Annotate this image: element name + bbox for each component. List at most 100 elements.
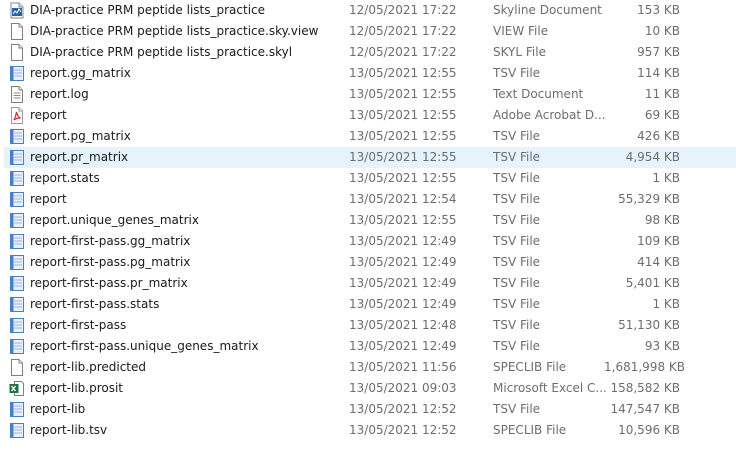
- file-row[interactable]: report-first-pass.pr_matrix 13/05/2021 12…: [4, 273, 736, 294]
- file-size: 51,130 KB: [618, 318, 680, 332]
- file-name: report-first-pass.gg_matrix: [30, 234, 191, 248]
- tsv-file-icon: [9, 128, 25, 145]
- file-row[interactable]: report 13/05/2021 12:55 Adobe Acrobat D...…: [4, 105, 736, 126]
- file-size: 10 KB: [644, 24, 680, 38]
- tsv-file-icon: [9, 149, 25, 166]
- file-name: report.stats: [30, 171, 100, 185]
- file-list: DIA-practice PRM peptide lists_practice 1…: [4, 0, 736, 441]
- file-size: 5,401 KB: [625, 276, 680, 290]
- file-name: report: [30, 192, 67, 206]
- file-size: 98 KB: [644, 213, 680, 227]
- file-date-modified: 13/05/2021 12:55: [349, 87, 457, 101]
- file-date-modified: 13/05/2021 12:52: [349, 423, 457, 437]
- file-size: 55,329 KB: [618, 192, 680, 206]
- tsv-file-icon: [9, 317, 25, 334]
- file-size: 158,582 KB: [610, 381, 680, 395]
- file-date-modified: 13/05/2021 12:55: [349, 108, 457, 122]
- file-date-modified: 13/05/2021 12:55: [349, 150, 457, 164]
- blank-file-icon: [9, 44, 25, 61]
- file-row[interactable]: report-first-pass 13/05/2021 12:48 TSV Fil…: [4, 315, 736, 336]
- file-date-modified: 13/05/2021 12:49: [349, 255, 457, 269]
- file-date-modified: 13/05/2021 11:56: [349, 360, 457, 374]
- file-row[interactable]: report.log 13/05/2021 12:55 Text Document 1…: [4, 84, 736, 105]
- tsv-file-icon: [9, 65, 25, 82]
- file-name: report.log: [30, 87, 89, 101]
- tsv-file-icon: [9, 233, 25, 250]
- file-date-modified: 13/05/2021 12:49: [349, 276, 457, 290]
- file-date-modified: 13/05/2021 09:03: [349, 381, 457, 395]
- file-row[interactable]: report-lib.tsv 13/05/2021 12:52 SPECLIB Fi…: [4, 420, 736, 441]
- file-name: report.unique_genes_matrix: [30, 213, 199, 227]
- file-name: report.pg_matrix: [30, 129, 131, 143]
- file-name: report-first-pass.pg_matrix: [30, 255, 191, 269]
- file-name: report-first-pass.stats: [30, 297, 160, 311]
- file-row[interactable]: DIA-practice PRM peptide lists_practice.…: [4, 42, 736, 63]
- file-size: 1 KB: [652, 297, 680, 311]
- file-date-modified: 12/05/2021 17:22: [349, 3, 457, 17]
- file-date-modified: 12/05/2021 17:22: [349, 24, 457, 38]
- file-row[interactable]: report.stats 13/05/2021 12:55 TSV File 1 KB: [4, 168, 736, 189]
- file-row[interactable]: report-lib.prosit 13/05/2021 09:03 Microso…: [4, 378, 736, 399]
- file-date-modified: 13/05/2021 12:48: [349, 318, 457, 332]
- blank-file-icon: [9, 23, 25, 40]
- file-name: DIA-practice PRM peptide lists_practice.…: [30, 45, 293, 59]
- blank-file-icon: [9, 359, 25, 376]
- file-row[interactable]: report-lib 13/05/2021 12:52 TSV File 147,54…: [4, 399, 736, 420]
- tsv-file-icon: [9, 254, 25, 271]
- file-date-modified: 13/05/2021 12:52: [349, 402, 457, 416]
- file-size: 957 KB: [637, 45, 680, 59]
- file-row[interactable]: DIA-practice PRM peptide lists_practice.…: [4, 21, 736, 42]
- file-date-modified: 13/05/2021 12:55: [349, 213, 457, 227]
- file-name: DIA-practice PRM peptide lists_practice.…: [30, 24, 319, 38]
- tsv-file-icon: [9, 296, 25, 313]
- tsv-file-icon: [9, 191, 25, 208]
- tsv-file-icon: [9, 170, 25, 187]
- file-size: 93 KB: [644, 339, 680, 353]
- file-row[interactable]: report-lib.predicted 13/05/2021 11:56 SPEC…: [4, 357, 736, 378]
- file-row[interactable]: report-first-pass.gg_matrix 13/05/2021 12…: [4, 231, 736, 252]
- file-row[interactable]: report-first-pass.pg_matrix 13/05/2021 12…: [4, 252, 736, 273]
- file-size: 10,596 KB: [618, 423, 680, 437]
- file-row[interactable]: report.unique_genes_matrix 13/05/2021 12:…: [4, 210, 736, 231]
- file-name: report.pr_matrix: [30, 150, 129, 164]
- file-name: DIA-practice PRM peptide lists_practice: [30, 3, 266, 17]
- tsv-file-icon: [9, 212, 25, 229]
- file-name: report.gg_matrix: [30, 66, 131, 80]
- file-date-modified: 13/05/2021 12:55: [349, 129, 457, 143]
- tsv-file-icon: [9, 338, 25, 355]
- pdf-file-icon: [9, 107, 25, 124]
- file-date-modified: 13/05/2021 12:55: [349, 66, 457, 80]
- file-date-modified: 13/05/2021 12:55: [349, 171, 457, 185]
- file-size: 109 KB: [637, 234, 680, 248]
- file-size: 426 KB: [637, 129, 680, 143]
- file-size: 69 KB: [644, 108, 680, 122]
- file-name: report-lib.prosit: [30, 381, 123, 395]
- file-date-modified: 12/05/2021 17:22: [349, 45, 457, 59]
- file-name: report-first-pass: [30, 318, 127, 332]
- file-name: report: [30, 108, 67, 122]
- file-name: report-lib.tsv: [30, 423, 108, 437]
- skyline-doc-icon: [9, 2, 25, 19]
- file-name: report-lib: [30, 402, 86, 416]
- file-row[interactable]: report.gg_matrix 13/05/2021 12:55 TSV File…: [4, 63, 736, 84]
- file-row[interactable]: report 13/05/2021 12:54 TSV File 55,329 KB: [4, 189, 736, 210]
- excel-file-icon: [9, 380, 25, 397]
- file-row[interactable]: DIA-practice PRM peptide lists_practice 1…: [4, 0, 736, 21]
- file-size: 1 KB: [652, 171, 680, 185]
- file-row[interactable]: report-first-pass.unique_genes_matrix 13/…: [4, 336, 736, 357]
- file-date-modified: 13/05/2021 12:49: [349, 234, 457, 248]
- file-name: report-first-pass.pr_matrix: [30, 276, 188, 290]
- file-size: 414 KB: [637, 255, 680, 269]
- file-row[interactable]: report.pg_matrix 13/05/2021 12:55 TSV File…: [4, 126, 736, 147]
- file-size: 1,681,998 KB: [604, 360, 685, 374]
- file-row[interactable]: report.pr_matrix 13/05/2021 12:55 TSV File…: [4, 147, 736, 168]
- text-file-icon: [9, 86, 25, 103]
- tsv-file-icon: [9, 401, 25, 418]
- file-row[interactable]: report-first-pass.stats 13/05/2021 12:49 T…: [4, 294, 736, 315]
- file-name: report-lib.predicted: [30, 360, 147, 374]
- file-name: report-first-pass.unique_genes_matrix: [30, 339, 259, 353]
- file-size: 114 KB: [637, 66, 680, 80]
- file-size: 11 KB: [644, 87, 680, 101]
- file-size: 4,954 KB: [625, 150, 680, 164]
- file-date-modified: 13/05/2021 12:49: [349, 339, 457, 353]
